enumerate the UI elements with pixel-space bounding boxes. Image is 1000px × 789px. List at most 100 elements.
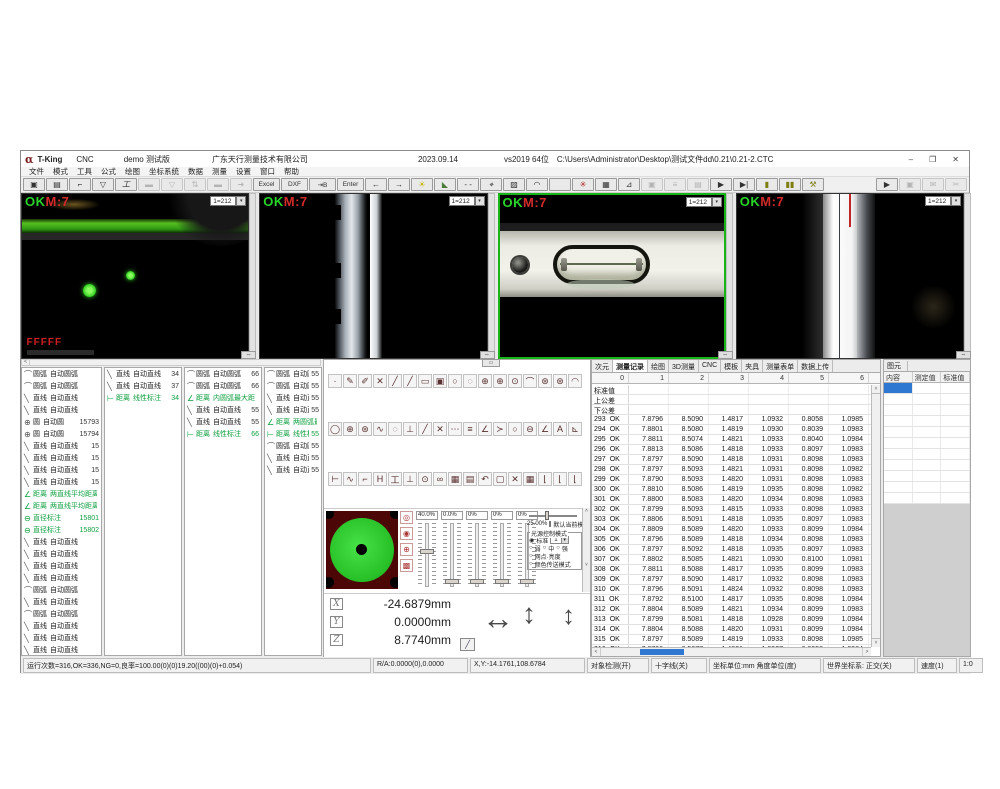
slider-thumb[interactable] <box>420 549 434 554</box>
table-row[interactable]: 311OK7.87928.51001.48171.09350.80981.098… <box>592 595 871 605</box>
element-row[interactable] <box>884 449 970 460</box>
jog-horizontal-icon[interactable]: ↔ <box>482 602 514 634</box>
feature-list-item[interactable]: ╲直线自动直线 <box>22 392 101 404</box>
feature-list-item[interactable]: ∠距离两直线平均距离 <box>22 500 101 512</box>
construct-tool-icon[interactable]: ⊛ <box>358 422 372 436</box>
column-header[interactable]: 6 <box>829 373 869 383</box>
feature-list-item[interactable]: ⊢距离线性标注66 <box>185 428 261 440</box>
feature-list-item[interactable]: ╲直线自动直线 <box>22 560 101 572</box>
cam4-zoom-dropdown[interactable]: 1=212 ▾ <box>925 196 961 206</box>
table-vertical-scrollbar[interactable]: ˄˅ <box>871 385 880 647</box>
toolbar-button[interactable]: ⊿ <box>618 178 640 191</box>
column-header[interactable]: 3 <box>709 373 749 383</box>
radio-dot-bright[interactable]: ○ <box>529 553 533 559</box>
construct-tool-icon[interactable]: ⊾ <box>568 422 582 436</box>
feature-list-item[interactable]: ∠距离内圆弧最大距 <box>185 392 261 404</box>
construct-tool-icon[interactable]: ╱ <box>418 422 432 436</box>
toolbar-button[interactable]: ▽ <box>161 178 183 191</box>
feature-list-item[interactable]: ⊢距离线性标注55 <box>265 428 321 440</box>
feature-list-item[interactable]: ╲直线自动直线15 <box>22 440 101 452</box>
table-row[interactable]: 306OK7.87978.50921.48181.09350.80971.098… <box>592 545 871 555</box>
construct-tool-icon[interactable]: ◯ <box>328 422 342 436</box>
menu-item[interactable]: 公式 <box>101 166 116 177</box>
dimension-tool-icon[interactable]: ▦ <box>523 472 537 486</box>
dimension-tool-icon[interactable]: ⌊ <box>553 472 567 486</box>
dimension-tool-icon[interactable]: ⊙ <box>418 472 432 486</box>
toolbar-button[interactable]: ▬ <box>138 178 160 191</box>
measure-tool-icon[interactable]: · <box>328 374 342 388</box>
dimension-tool-icon[interactable]: 工 <box>388 472 402 486</box>
measure-tool-icon[interactable]: ◌ <box>463 374 477 388</box>
menu-item[interactable]: 帮助 <box>284 166 299 177</box>
measure-tool-icon[interactable]: ╱ <box>388 374 402 388</box>
toolbar-button[interactable]: ▤ <box>46 178 68 191</box>
dimension-tool-icon[interactable]: ▤ <box>463 472 477 486</box>
feature-list-item[interactable]: ⌒圆弧自动圆弧 <box>22 368 101 380</box>
toolbar-button[interactable]: ⌖ <box>480 178 502 191</box>
slider-thumb[interactable] <box>470 579 484 584</box>
dimension-tool-icon[interactable]: ⌊ <box>538 472 552 486</box>
dimension-tool-icon[interactable]: ⌐ <box>358 472 372 486</box>
maximize-button[interactable]: ❐ <box>929 155 936 164</box>
feature-list-item[interactable]: ⌒圆弧自动圆弧66 <box>185 368 261 380</box>
toolbar-button[interactable]: Enter <box>337 178 364 191</box>
toolbar-button[interactable]: ◣ <box>434 178 456 191</box>
cam1-scrollbar[interactable] <box>249 193 256 359</box>
scroll-left-icon[interactable]: < <box>22 360 30 365</box>
feature-list-item[interactable]: ╲直线自动直线37 <box>105 380 181 392</box>
toolbar-button[interactable]: ✳ <box>572 178 594 191</box>
feature-list-item[interactable]: ╲直线自动直线 <box>22 404 101 416</box>
feature-list-item[interactable]: ╲直线自动直线55 <box>185 404 261 416</box>
menu-item[interactable]: 模式 <box>53 166 68 177</box>
construct-tool-icon[interactable]: ✕ <box>433 422 447 436</box>
camera-view-3-active[interactable]: OKM:7 1=212 ▾ <box>498 193 726 359</box>
toolbar-button[interactable]: DXF <box>281 178 308 191</box>
camera-view-4[interactable]: OKM:7 1=212 ▾ <box>736 193 964 359</box>
menu-item[interactable]: 绘图 <box>125 166 140 177</box>
measure-tool-icon[interactable]: ◠ <box>568 374 582 388</box>
toolbar-button[interactable]: ▣ <box>23 178 45 191</box>
element-row[interactable] <box>884 405 970 416</box>
cam2-scrollbar[interactable] <box>488 193 495 359</box>
menu-item[interactable]: 坐标系统 <box>149 166 179 177</box>
element-panel-tab[interactable]: 图元 <box>884 360 970 372</box>
graph-button[interactable]: ╱ <box>460 638 475 651</box>
table-tab[interactable]: 模板 <box>721 360 742 372</box>
slider-track[interactable] <box>450 523 454 587</box>
element-row[interactable] <box>884 471 970 482</box>
table-row[interactable]: 294OK7.88018.50801.48191.09300.80391.098… <box>592 425 871 435</box>
selected-cell[interactable] <box>884 383 913 393</box>
light-slider[interactable]: 0% <box>466 511 488 591</box>
feature-list-item[interactable]: ╲直线自动直线 <box>22 620 101 632</box>
table-row[interactable]: 315OK7.87978.50891.48191.09330.80981.098… <box>592 635 871 645</box>
element-row[interactable] <box>884 493 970 504</box>
menu-item[interactable]: 测量 <box>212 166 227 177</box>
feature-list-item[interactable]: ╲直线自动直线 <box>22 644 101 656</box>
element-row[interactable] <box>884 438 970 449</box>
construct-tool-icon[interactable]: A <box>553 422 567 436</box>
element-row[interactable] <box>884 383 970 394</box>
palette-splitter-button[interactable]: ▭ <box>482 359 500 367</box>
light-mode-icon[interactable]: ⊕ <box>400 543 413 556</box>
table-row[interactable]: 301OK7.88008.50831.48201.09340.80981.098… <box>592 495 871 505</box>
cam3-scrollbar[interactable] <box>726 193 733 359</box>
feature-list-item[interactable]: ⌒圆弧自动圆弧55 <box>265 380 321 392</box>
feature-list-item[interactable]: ╲直线自动直线15 <box>22 476 101 488</box>
dimension-tool-icon[interactable]: ▢ <box>493 472 507 486</box>
menu-item[interactable]: 设置 <box>236 166 251 177</box>
construct-tool-icon[interactable]: ∠ <box>478 422 492 436</box>
light-color-wheel[interactable] <box>326 511 398 589</box>
feature-list-item[interactable]: ⌒圆弧自动圆弧 <box>22 608 101 620</box>
element-row[interactable] <box>884 394 970 405</box>
chevron-down-icon[interactable]: ▾ <box>475 196 485 206</box>
table-tab[interactable]: 次元 <box>592 360 613 372</box>
jog-vertical-icon[interactable]: ↕ <box>522 600 536 628</box>
column-header[interactable]: 测定值 <box>913 372 942 382</box>
chevron-down-icon[interactable]: ▾ <box>951 196 961 206</box>
measure-tool-icon[interactable]: ✕ <box>373 374 387 388</box>
toolbar-button[interactable]: ⌐ <box>69 178 91 191</box>
toolbar-button[interactable]: ▮ <box>756 178 778 191</box>
scrollbar-thumb[interactable] <box>640 649 684 655</box>
table-horizontal-scrollbar[interactable]: <> <box>592 647 871 656</box>
chevron-down-icon[interactable]: ▾ <box>236 196 246 206</box>
